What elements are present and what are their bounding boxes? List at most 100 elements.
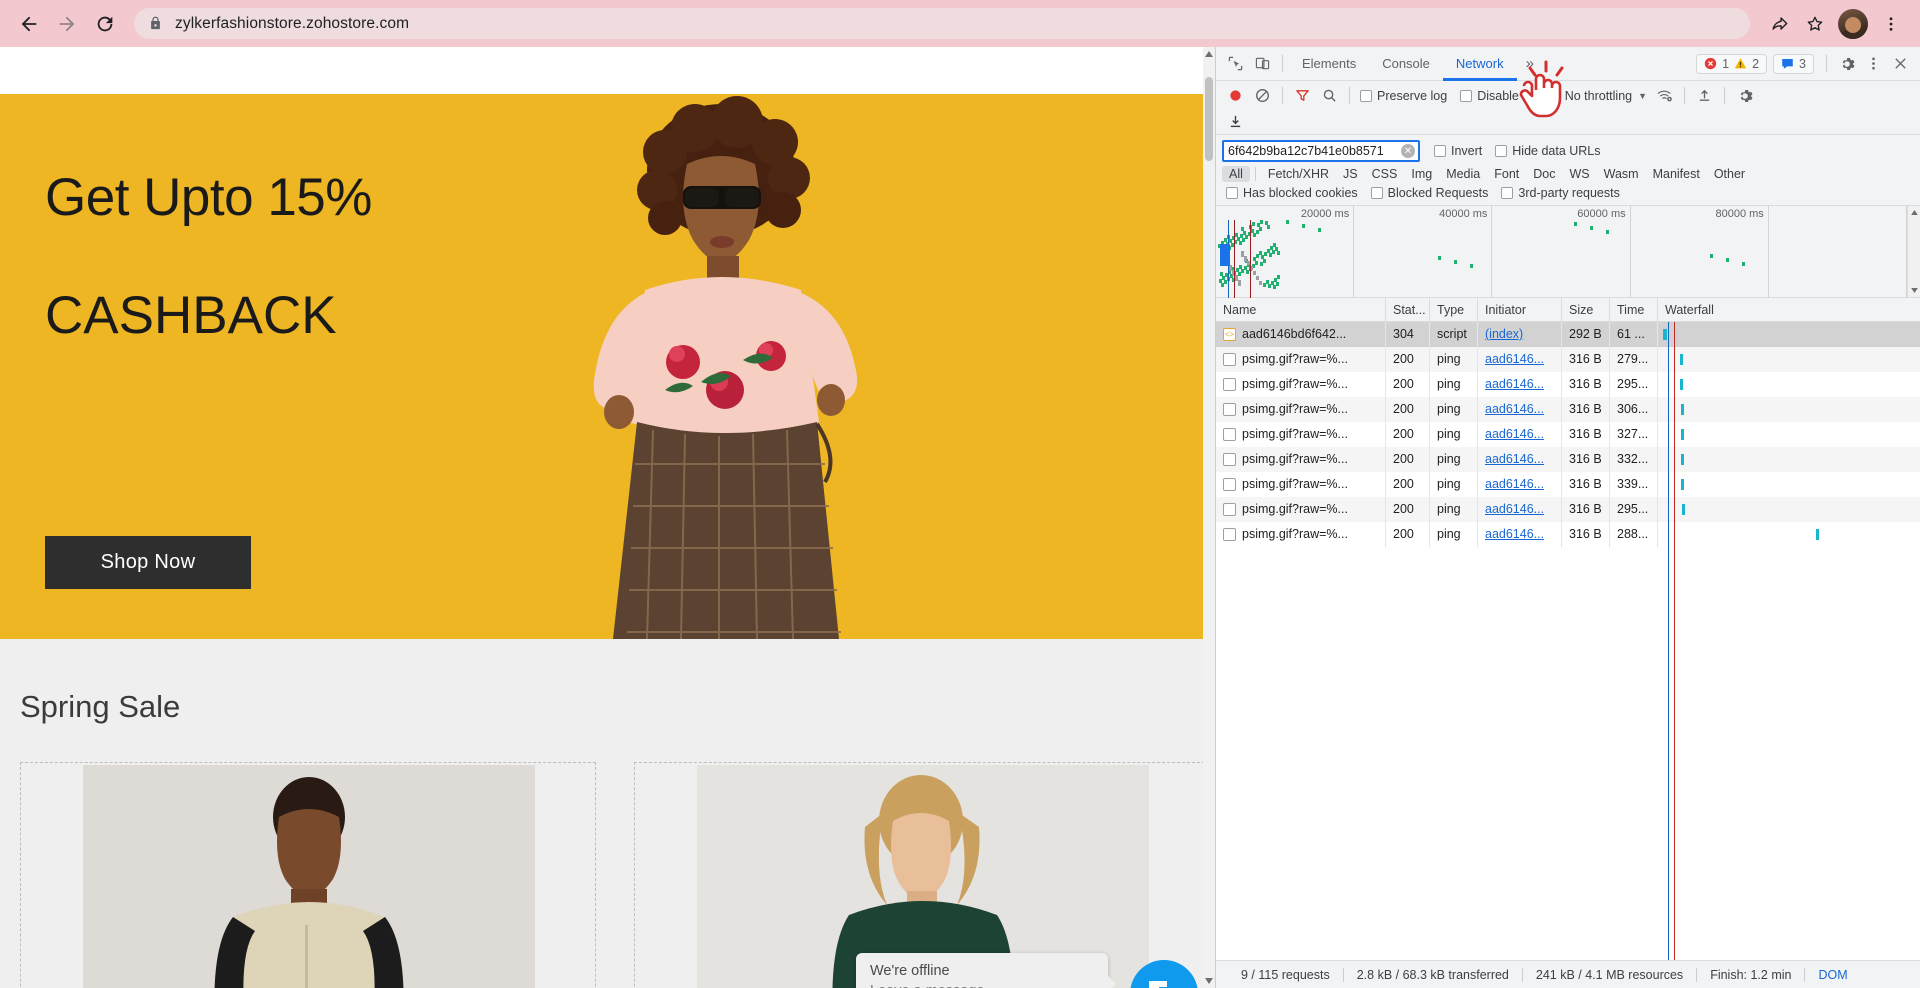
type-filter-fetch-xhr[interactable]: Fetch/XHR [1261,166,1336,182]
tab-network[interactable]: Network [1442,47,1517,81]
tab-console[interactable]: Console [1369,47,1443,81]
page-scrollbar[interactable] [1203,47,1215,988]
forward-button[interactable] [50,7,84,41]
shop-now-button[interactable]: Shop Now [45,536,251,589]
reload-button[interactable] [88,7,122,41]
type-filter-wasm[interactable]: Wasm [1597,166,1646,182]
disable-cache-checkbox[interactable]: Disable cache [1460,89,1556,103]
clear-log-button[interactable] [1249,82,1276,109]
search-icon[interactable] [1316,82,1343,109]
type-filter-all[interactable]: All [1222,166,1250,182]
gear-icon[interactable] [1833,50,1860,77]
column-header-waterfall[interactable]: Waterfall [1658,298,1920,322]
checkbox-box[interactable] [1434,145,1446,157]
export-har-icon[interactable] [1222,108,1249,135]
back-button[interactable] [12,7,46,41]
messages-badge[interactable]: 3 [1773,53,1814,74]
network-toolbar: Preserve log Disable cache No throttling… [1216,81,1920,135]
divider [1282,55,1283,72]
close-icon[interactable] [1887,50,1914,77]
initiator-link[interactable]: aad6146... [1485,402,1544,416]
preserve-log-checkbox[interactable]: Preserve log [1360,89,1447,103]
product-card[interactable] [20,762,596,988]
cell-time: 288... [1610,522,1658,547]
checkbox-box[interactable] [1360,89,1372,102]
scroll-up-arrow-icon[interactable] [1203,47,1215,61]
checkbox-box[interactable] [1370,187,1383,199]
invert-checkbox[interactable]: Invert [1434,144,1482,158]
scroll-up-arrow-icon[interactable] [1908,206,1920,219]
throttling-select[interactable]: No throttling ▼ [1565,89,1647,103]
type-filter-img[interactable]: Img [1404,166,1439,182]
checkbox-box[interactable] [1501,187,1514,199]
column-header-time[interactable]: Time [1610,298,1658,322]
column-header-initiator[interactable]: Initiator [1478,298,1562,322]
column-header-type[interactable]: Type [1430,298,1478,322]
table-row[interactable]: <> aad6146bd6f642... 304 script (index) 292 B… [1216,322,1920,347]
initiator-link[interactable]: (index) [1485,327,1523,341]
initiator-link[interactable]: aad6146... [1485,352,1544,366]
scroll-down-arrow-icon[interactable] [1908,284,1920,297]
type-filter-font[interactable]: Font [1487,166,1526,182]
overview-timeline[interactable]: 20000 ms 40000 ms 60000 ms 80000 ms [1216,206,1907,298]
initiator-link[interactable]: aad6146... [1485,452,1544,466]
scrollbar-thumb[interactable] [1205,77,1213,161]
type-filter-css[interactable]: CSS [1365,166,1405,182]
checkbox-box[interactable] [1460,89,1473,102]
request-name: psimg.gif?raw=%... [1242,352,1348,366]
table-row[interactable]: psimg.gif?raw=%... 200 ping aad6146... 316 B… [1216,497,1920,522]
devtools-more-icon[interactable] [1860,50,1887,77]
column-header-size[interactable]: Size [1562,298,1610,322]
more-tabs-button[interactable]: » [1517,55,1543,72]
chevron-down-icon[interactable]: ▼ [1638,91,1647,101]
import-har-icon[interactable] [1691,82,1718,109]
type-filter-doc[interactable]: Doc [1526,166,1562,182]
overview-scrollbar[interactable] [1907,206,1920,297]
initiator-link[interactable]: aad6146... [1485,502,1544,516]
filter-toggle-icon[interactable] [1289,82,1316,109]
table-row[interactable]: psimg.gif?raw=%... 200 ping aad6146... 316 B… [1216,347,1920,372]
blocked-requests-checkbox[interactable]: Blocked Requests [1370,186,1488,200]
table-row[interactable]: psimg.gif?raw=%... 200 ping aad6146... 316 B… [1216,397,1920,422]
device-toolbar-icon[interactable] [1249,50,1276,77]
table-row[interactable]: psimg.gif?raw=%... 200 ping aad6146... 316 B… [1216,472,1920,497]
bookmark-star-icon[interactable] [1798,7,1832,41]
tab-elements[interactable]: Elements [1289,47,1369,81]
table-row[interactable]: psimg.gif?raw=%... 200 ping aad6146... 316 B… [1216,447,1920,472]
type-filter-media[interactable]: Media [1439,166,1487,182]
type-filter-js[interactable]: JS [1336,166,1365,182]
network-conditions-icon[interactable] [1651,82,1678,109]
record-button[interactable] [1222,82,1249,109]
table-row[interactable]: psimg.gif?raw=%... 200 ping aad6146... 316 B… [1216,372,1920,397]
initiator-link[interactable]: aad6146... [1485,527,1544,541]
type-filter-ws[interactable]: WS [1562,166,1596,182]
filter-input[interactable]: 6f642b9ba12c7b41e0b8571 ✕ [1222,140,1420,162]
share-icon[interactable] [1762,7,1796,41]
network-overview[interactable]: 20000 ms 40000 ms 60000 ms 80000 ms [1216,206,1920,298]
chrome-menu-icon[interactable] [1874,7,1908,41]
table-row[interactable]: psimg.gif?raw=%... 200 ping aad6146... 316 B… [1216,422,1920,447]
checkbox-box[interactable] [1495,145,1508,157]
network-settings-gear-icon[interactable] [1731,82,1758,109]
initiator-link[interactable]: aad6146... [1485,377,1544,391]
avatar[interactable] [1838,8,1868,39]
request-name: psimg.gif?raw=%... [1242,502,1348,516]
checkbox-box[interactable] [1226,187,1238,199]
table-row[interactable]: psimg.gif?raw=%... 200 ping aad6146... 316 B… [1216,522,1920,547]
initiator-link[interactable]: aad6146... [1485,477,1544,491]
address-bar[interactable]: zylkerfashionstore.zohostore.com [134,8,1750,39]
overview-dot [1263,259,1266,263]
has-blocked-cookies-checkbox[interactable]: Has blocked cookies [1226,186,1358,200]
initiator-link[interactable]: aad6146... [1485,427,1544,441]
scroll-down-arrow-icon[interactable] [1203,974,1215,988]
type-filter-other[interactable]: Other [1707,166,1752,182]
clear-filter-icon[interactable]: ✕ [1401,144,1415,158]
third-party-requests-checkbox[interactable]: 3rd-party requests [1501,186,1620,200]
hide-data-urls-checkbox[interactable]: Hide data URLs [1495,144,1601,158]
type-filter-manifest[interactable]: Manifest [1646,166,1707,182]
issues-badge[interactable]: 1 2 [1696,53,1768,74]
column-header-name[interactable]: Name [1216,298,1386,322]
inspect-element-icon[interactable] [1222,50,1249,77]
chat-offline-tooltip[interactable]: We're offline Leave a message [856,953,1116,988]
column-header-status[interactable]: Stat... [1386,298,1430,322]
